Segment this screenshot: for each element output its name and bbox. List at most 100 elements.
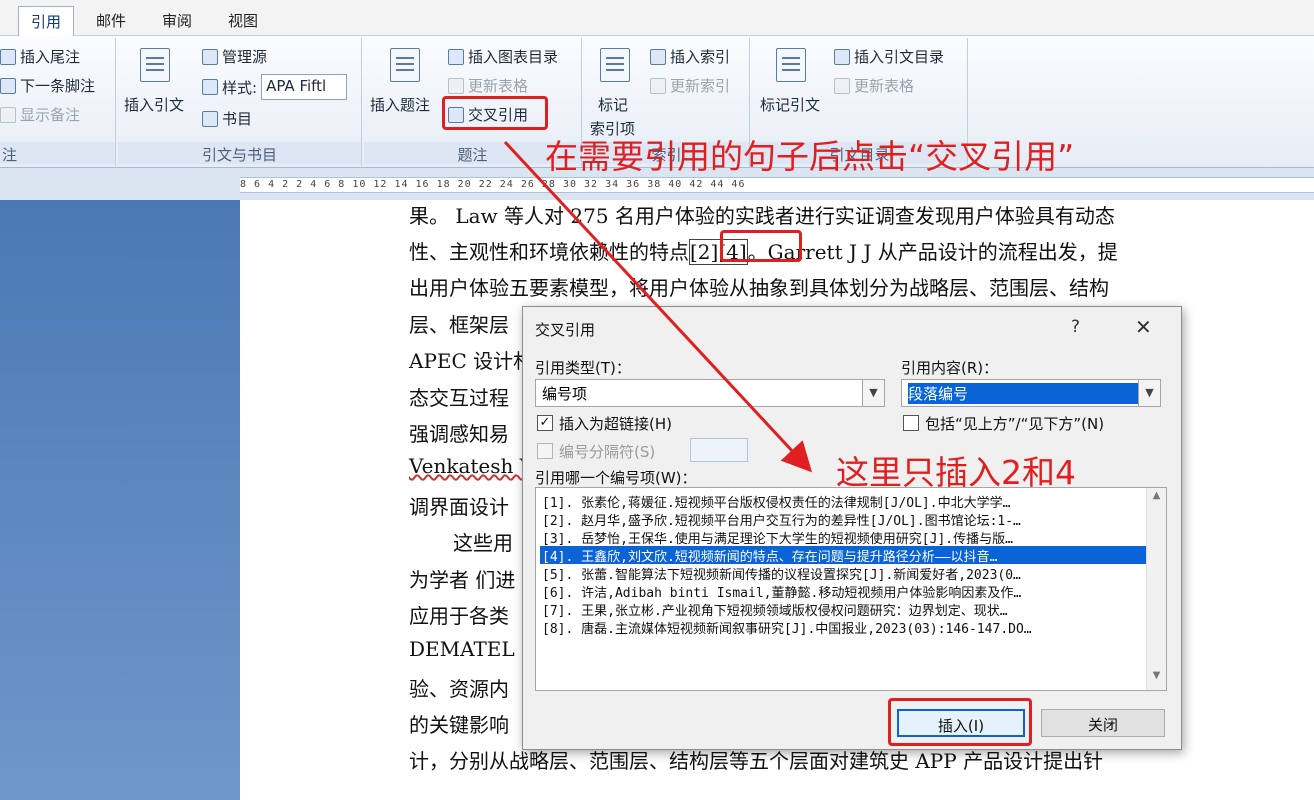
doc-line-1: 果。 Law 等人对 275 名用户体验的实践者进行实证调查发现用户体验具有动态 xyxy=(409,204,1115,228)
include-above-below-checkbox[interactable] xyxy=(903,415,919,431)
numbered-items-list[interactable]: [1]. 张素伦,蒋媛征.短视频平台版权侵权责任的法律规制[J/OL].中北大学… xyxy=(535,487,1167,691)
doc-line-4: 层、框架层 xyxy=(409,313,509,337)
include-above-below-label: 包括“见上方”/“见下方”(N) xyxy=(925,415,1105,433)
insert-toa-icon xyxy=(834,48,850,65)
tab-mailings[interactable]: 邮件 xyxy=(84,6,138,36)
chevron-down-icon: ▼ xyxy=(862,380,884,406)
doc-line-8: Venkatesh V xyxy=(409,454,535,478)
cross-reference-dialog: 交叉引用 ? ✕ 引用类型(T)： 编号项 ▼ 引用内容(R)： 段落编号 ▼ ✓ … xyxy=(522,306,1182,750)
horizontal-ruler[interactable]: 8 6 4 2 2 4 6 8 10 12 14 16 18 20 22 24 … xyxy=(240,177,1314,193)
tab-view[interactable]: 视图 xyxy=(216,6,270,36)
group-label-citations: 引文与书目 xyxy=(118,142,361,164)
update-toa-icon xyxy=(834,77,850,94)
group-label-footnotes: 注 xyxy=(0,142,115,164)
endnote-icon xyxy=(0,48,16,65)
workspace-background xyxy=(0,200,240,800)
group-citations: 插入引文 管理源 样式: APA Fiftl 书目 引文与书目 xyxy=(118,38,362,166)
workspace-right xyxy=(1215,200,1314,800)
separator-label: 编号分隔符(S) xyxy=(559,443,656,461)
which-item-label: 引用哪一个编号项(W)： xyxy=(535,469,697,487)
ribbon-tabs: 引用 邮件 审阅 视图 xyxy=(0,0,1314,36)
next-footnote-button[interactable]: 下一条脚注 xyxy=(0,75,95,96)
tab-review[interactable]: 审阅 xyxy=(150,6,204,36)
bibliography-button[interactable]: 书目 xyxy=(202,108,252,129)
mark-citation-button[interactable]: 标记引文 xyxy=(760,94,820,115)
insert-table-of-figures-button[interactable]: 插入图表目录 xyxy=(448,46,558,67)
separator-checkbox[interactable] xyxy=(537,443,553,459)
close-icon[interactable]: ✕ xyxy=(1135,315,1152,339)
doc-line-13: DEMATEL xyxy=(409,637,515,661)
help-icon[interactable]: ? xyxy=(1071,317,1080,337)
insert-index-button[interactable]: 插入索引 xyxy=(650,46,730,67)
doc-line-12: 应用于各类 xyxy=(409,604,509,628)
mark-entry-icon xyxy=(600,48,630,82)
insert-caption-icon xyxy=(390,48,420,82)
reference-type-label: 引用类型(T)： xyxy=(535,359,631,377)
list-scrollbar[interactable]: ▲ ▼ xyxy=(1146,488,1166,690)
scroll-down-icon[interactable]: ▼ xyxy=(1147,670,1166,688)
show-notes-icon xyxy=(0,106,16,123)
insert-hyperlink-checkbox[interactable]: ✓ xyxy=(537,415,553,431)
doc-line-2-text: 性、主观性和环境依赖性的特点 xyxy=(409,240,689,264)
bibliography-icon xyxy=(202,110,218,127)
insert-index-icon xyxy=(650,48,666,65)
insert-citation-icon xyxy=(140,48,170,82)
reference-type-select[interactable]: 编号项 ▼ xyxy=(535,379,885,407)
style-selector[interactable]: 样式: APA Fiftl xyxy=(202,74,348,100)
annotation-box-insert xyxy=(888,698,1032,746)
table-of-figures-icon xyxy=(448,48,464,65)
doc-line-15: 的关键影响 xyxy=(409,713,509,737)
doc-line-10: 这些用 xyxy=(453,531,513,555)
close-button[interactable]: 关闭 xyxy=(1041,709,1165,737)
reference-content-label: 引用内容(R)： xyxy=(901,359,999,377)
annotation-text-top: 在需要引用的句子后点击“交叉引用” xyxy=(545,137,1075,176)
list-item[interactable]: [6]. 许洁,Adibah binti Ismail,董静懿.移动短视频用户体… xyxy=(540,582,1146,600)
style-dropdown[interactable]: APA Fiftl xyxy=(261,74,348,100)
insert-hyperlink-label: 插入为超链接(H) xyxy=(559,415,672,433)
tab-references[interactable]: 引用 xyxy=(18,6,75,36)
list-item-selected[interactable]: [4]. 王鑫欣,刘文欣.短视频新闻的特点、存在问题与提升路径分析——以抖音… xyxy=(540,546,1146,564)
annotation-box-cross-reference xyxy=(442,96,548,130)
update-toa-button[interactable]: 更新表格 xyxy=(834,75,914,96)
list-item[interactable]: [8]. 唐磊.主流媒体短视频新闻叙事研究[J].中国报业,2023(03):1… xyxy=(540,618,1146,636)
manage-sources-icon xyxy=(202,48,218,65)
list-item[interactable]: [5]. 张蕾.智能算法下短视频新闻传播的议程设置探究[J].新闻爱好者,202… xyxy=(540,564,1146,582)
insert-endnote-button[interactable]: 插入尾注 xyxy=(0,46,80,67)
scroll-up-icon[interactable]: ▲ xyxy=(1147,490,1166,508)
reference-type-value: 编号项 xyxy=(542,385,588,403)
insert-caption-button[interactable]: 插入题注 xyxy=(370,94,430,115)
doc-line-3: 出用户体验五要素模型，将用户体验从抽象到具体划分为战略层、范围层、结构 xyxy=(409,276,1109,300)
annotation-circle-citation xyxy=(720,230,802,262)
separator-input[interactable] xyxy=(690,438,748,462)
list-item[interactable]: [2]. 赵月华,盛予欣.短视频平台用户交互行为的差异性[J/OL].图书馆论坛… xyxy=(540,510,1146,528)
mark-entry-button[interactable]: 标记 xyxy=(598,94,628,115)
doc-line-9: 调界面设计 xyxy=(409,495,509,519)
mark-citation-icon xyxy=(776,48,806,82)
reference-content-value: 段落编号 xyxy=(908,383,1144,404)
list-item[interactable]: [3]. 岳梦怡,王保华.使用与满足理论下大学生的短视频使用研究[J].传播与版… xyxy=(540,528,1146,546)
manage-sources-button[interactable]: 管理源 xyxy=(202,46,267,67)
doc-line-14: 验、资源内 xyxy=(409,677,509,701)
doc-line-7: 强调感知易 xyxy=(409,422,509,446)
doc-line-5: APEC 设计杉 xyxy=(409,349,534,373)
insert-citation-button[interactable]: 插入引文 xyxy=(124,94,184,115)
update-table-icon xyxy=(448,77,464,94)
update-index-icon xyxy=(650,77,666,94)
word-window: 引用 邮件 审阅 视图 插入尾注 下一条脚注 显示备注 注 插入引文 管理源 样… xyxy=(0,0,1314,800)
chevron-down-icon: ▼ xyxy=(1138,380,1160,406)
show-notes-button[interactable]: 显示备注 xyxy=(0,104,80,125)
doc-line-11: 为学者 们进 xyxy=(409,568,516,592)
doc-line-6: 态交互过程 xyxy=(409,386,509,410)
update-index-button[interactable]: 更新索引 xyxy=(650,75,730,96)
dialog-title: 交叉引用 xyxy=(535,321,596,339)
list-item[interactable]: [7]. 王果,张立彬.产业视角下短视频领域版权侵权问题研究：边界划定、现状… xyxy=(540,600,1146,618)
style-icon xyxy=(202,79,218,95)
update-table-button[interactable]: 更新表格 xyxy=(448,75,528,96)
doc-line-2-rest: 。Garrett J J 从产品设计的流程出发，提 xyxy=(747,240,1118,264)
reference-content-select[interactable]: 段落编号 ▼ xyxy=(901,379,1161,407)
list-item[interactable]: [1]. 张素伦,蒋媛征.短视频平台版权侵权责任的法律规制[J/OL].中北大学… xyxy=(540,492,1146,510)
annotation-text-middle: 这里只插入2和4 xyxy=(836,453,1076,492)
insert-toa-button[interactable]: 插入引文目录 xyxy=(834,46,944,67)
group-footnotes: 插入尾注 下一条脚注 显示备注 注 xyxy=(0,38,116,166)
next-footnote-icon xyxy=(0,77,16,94)
